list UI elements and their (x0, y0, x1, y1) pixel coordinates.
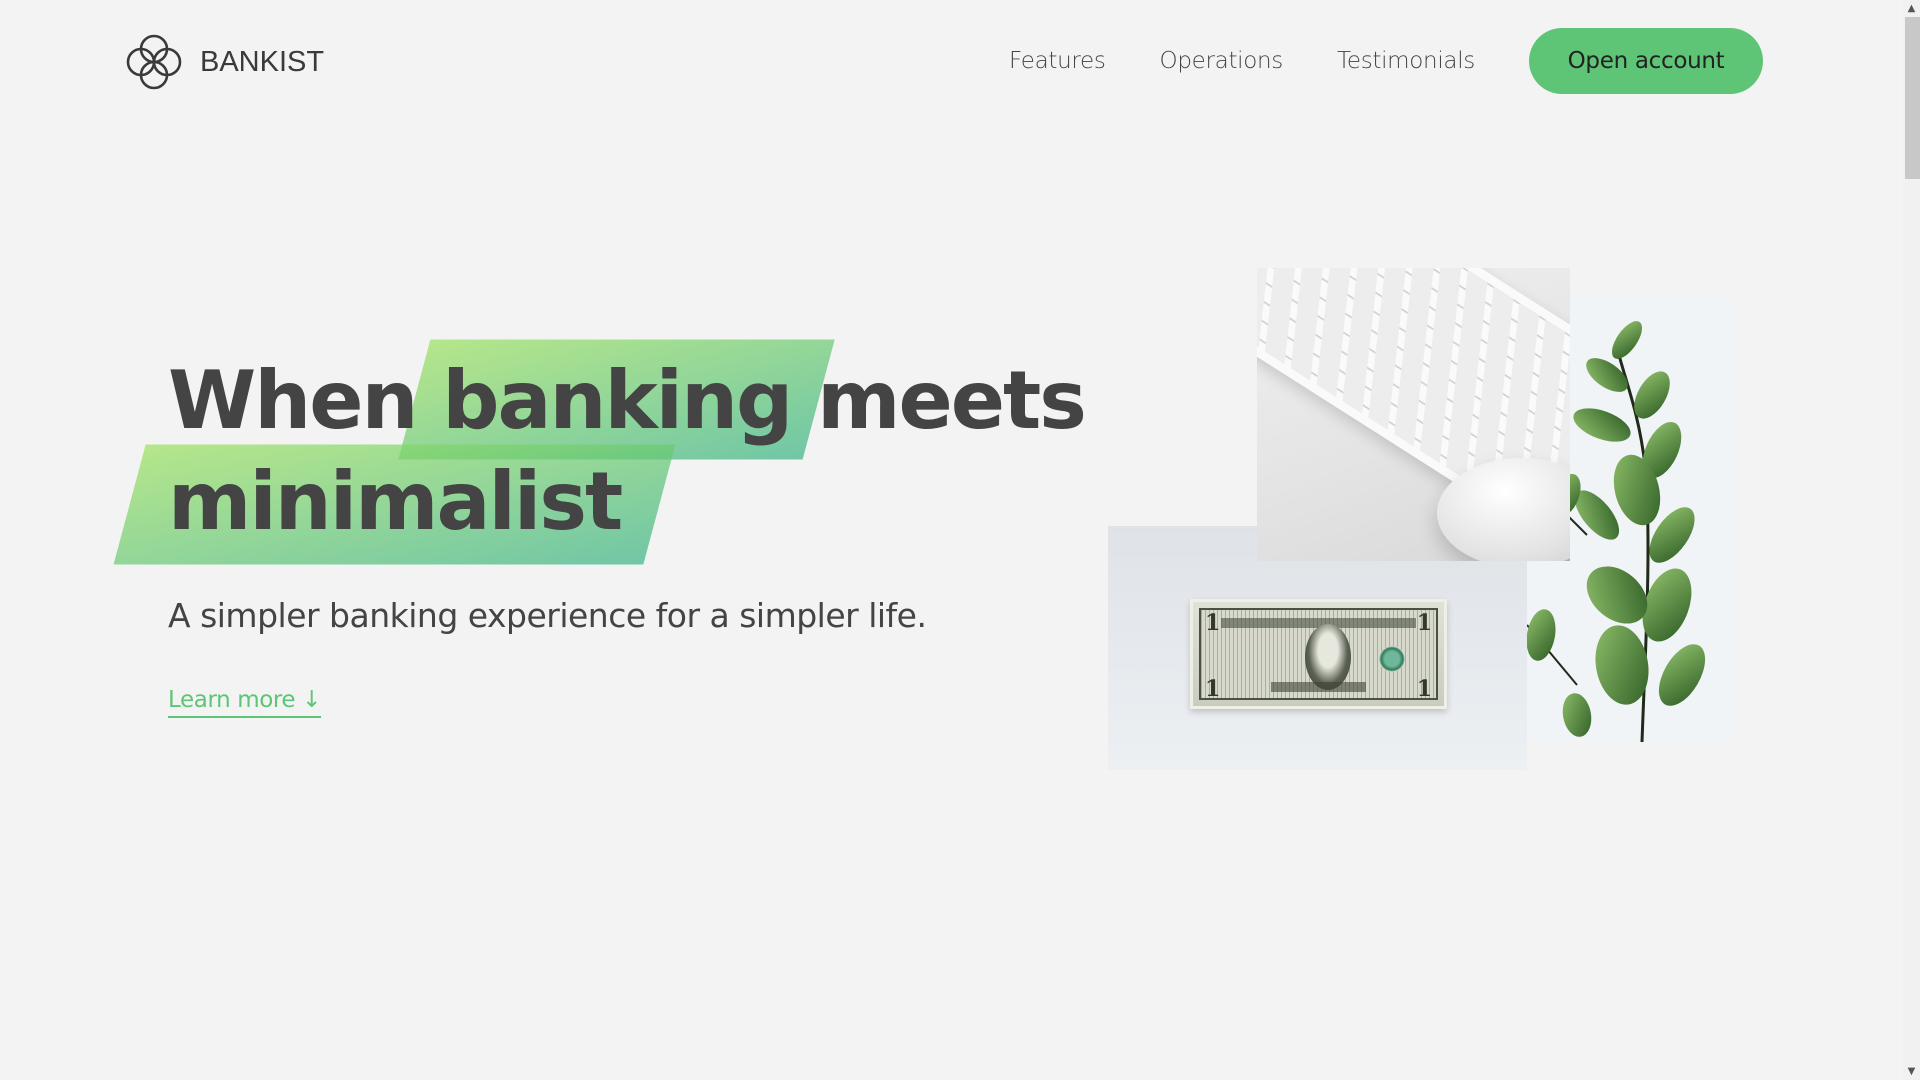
headline-word-meets: meets (817, 354, 1087, 447)
headline-highlight-minimalist: minimalist (168, 451, 623, 552)
scrollbar[interactable]: ▲ ▼ (1903, 0, 1920, 1080)
bill-denomination: 1 (1416, 676, 1432, 702)
bill-portrait (1305, 624, 1351, 690)
bill-denomination: 1 (1205, 676, 1221, 702)
nav-link-operations[interactable]: Operations (1160, 48, 1284, 74)
nav-links: Features Operations Testimonials Open ac… (1009, 28, 1763, 94)
four-circles-logo-icon (126, 34, 182, 90)
dollar-bill: 1 1 1 1 (1190, 599, 1447, 709)
bill-bottom-text (1271, 682, 1366, 692)
dollar-bill-image: 1 1 1 1 (1108, 526, 1527, 770)
headline-word-when: When (168, 354, 418, 447)
hero-headline: When banking meets minimalist (168, 350, 1087, 552)
scrollbar-thumb[interactable] (1905, 17, 1920, 179)
nav-link-testimonials[interactable]: Testimonials (1337, 48, 1475, 74)
scroll-down-arrow-icon[interactable]: ▼ (1903, 1063, 1920, 1080)
hero-text: When banking meets minimalist A simpler … (168, 350, 1087, 718)
hero-subtitle: A simpler banking experience for a simpl… (168, 596, 927, 635)
logo[interactable]: BANKIST (122, 30, 324, 94)
keyboard-and-mouse-image (1257, 268, 1570, 561)
navbar: BANKIST Features Operations Testimonials… (0, 0, 1903, 122)
learn-more-link[interactable]: Learn more ↓ (168, 687, 321, 718)
open-account-button[interactable]: Open account (1529, 28, 1763, 94)
arrow-down-icon: ↓ (302, 687, 321, 713)
headline-highlight-banking: banking (442, 350, 793, 451)
logo-text: BANKIST (200, 45, 325, 78)
bill-denomination: 1 (1205, 610, 1221, 636)
learn-more-label: Learn more (168, 687, 296, 713)
bill-engraving (1199, 608, 1438, 700)
bill-denomination: 1 (1416, 610, 1432, 636)
scroll-up-arrow-icon[interactable]: ▲ (1903, 0, 1920, 17)
nav-link-features[interactable]: Features (1009, 48, 1106, 74)
bill-seal (1379, 646, 1405, 672)
